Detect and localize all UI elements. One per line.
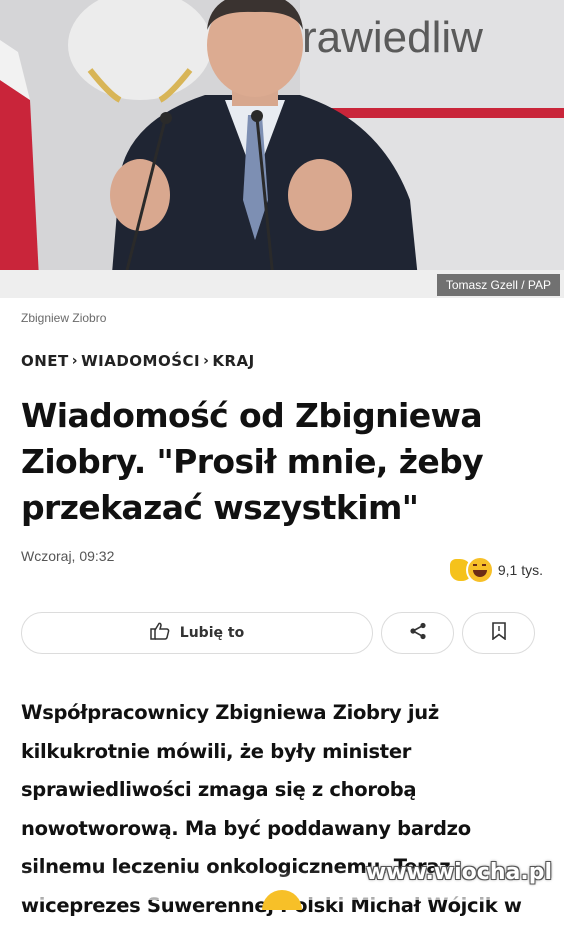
hero-photo: rawiedliw Tomasz Gzell / PAP (0, 0, 564, 298)
breadcrumb: ONET › WIADOMOŚCI › KRAJ (21, 352, 255, 370)
hero-illustration: rawiedliw (0, 0, 564, 298)
photo-credit: Tomasz Gzell / PAP (436, 274, 560, 296)
bookmark-button[interactable] (462, 612, 535, 654)
laughing-emoji-icon (465, 556, 494, 584)
share-icon (409, 622, 427, 644)
breadcrumb-item-onet[interactable]: ONET (21, 352, 69, 370)
breadcrumb-separator: › (71, 353, 79, 369)
reactions-summary[interactable]: 9,1 tys. (449, 556, 543, 584)
photo-caption: Zbigniew Ziobro (21, 311, 107, 325)
wall-text: rawiedliw (302, 13, 483, 62)
like-button[interactable]: Lubię to (21, 612, 373, 654)
reactions-count: 9,1 tys. (497, 562, 543, 578)
bookmark-icon (491, 622, 507, 644)
share-button[interactable] (381, 612, 454, 654)
watermark: www.wiocha.pl (365, 860, 552, 885)
article-date: Wczoraj, 09:32 (21, 548, 115, 564)
article-title: Wiadomość od Zbigniewa Ziobry. "Prosił m… (21, 396, 484, 527)
breadcrumb-separator: › (203, 353, 210, 369)
like-button-label: Lubię to (179, 625, 245, 641)
breadcrumb-item-wiadomosci[interactable]: WIADOMOŚCI (81, 352, 200, 370)
article-actions: Lubię to (21, 612, 535, 656)
thumbs-up-icon (150, 622, 170, 644)
breadcrumb-item-kraj[interactable]: KRAJ (212, 352, 254, 370)
